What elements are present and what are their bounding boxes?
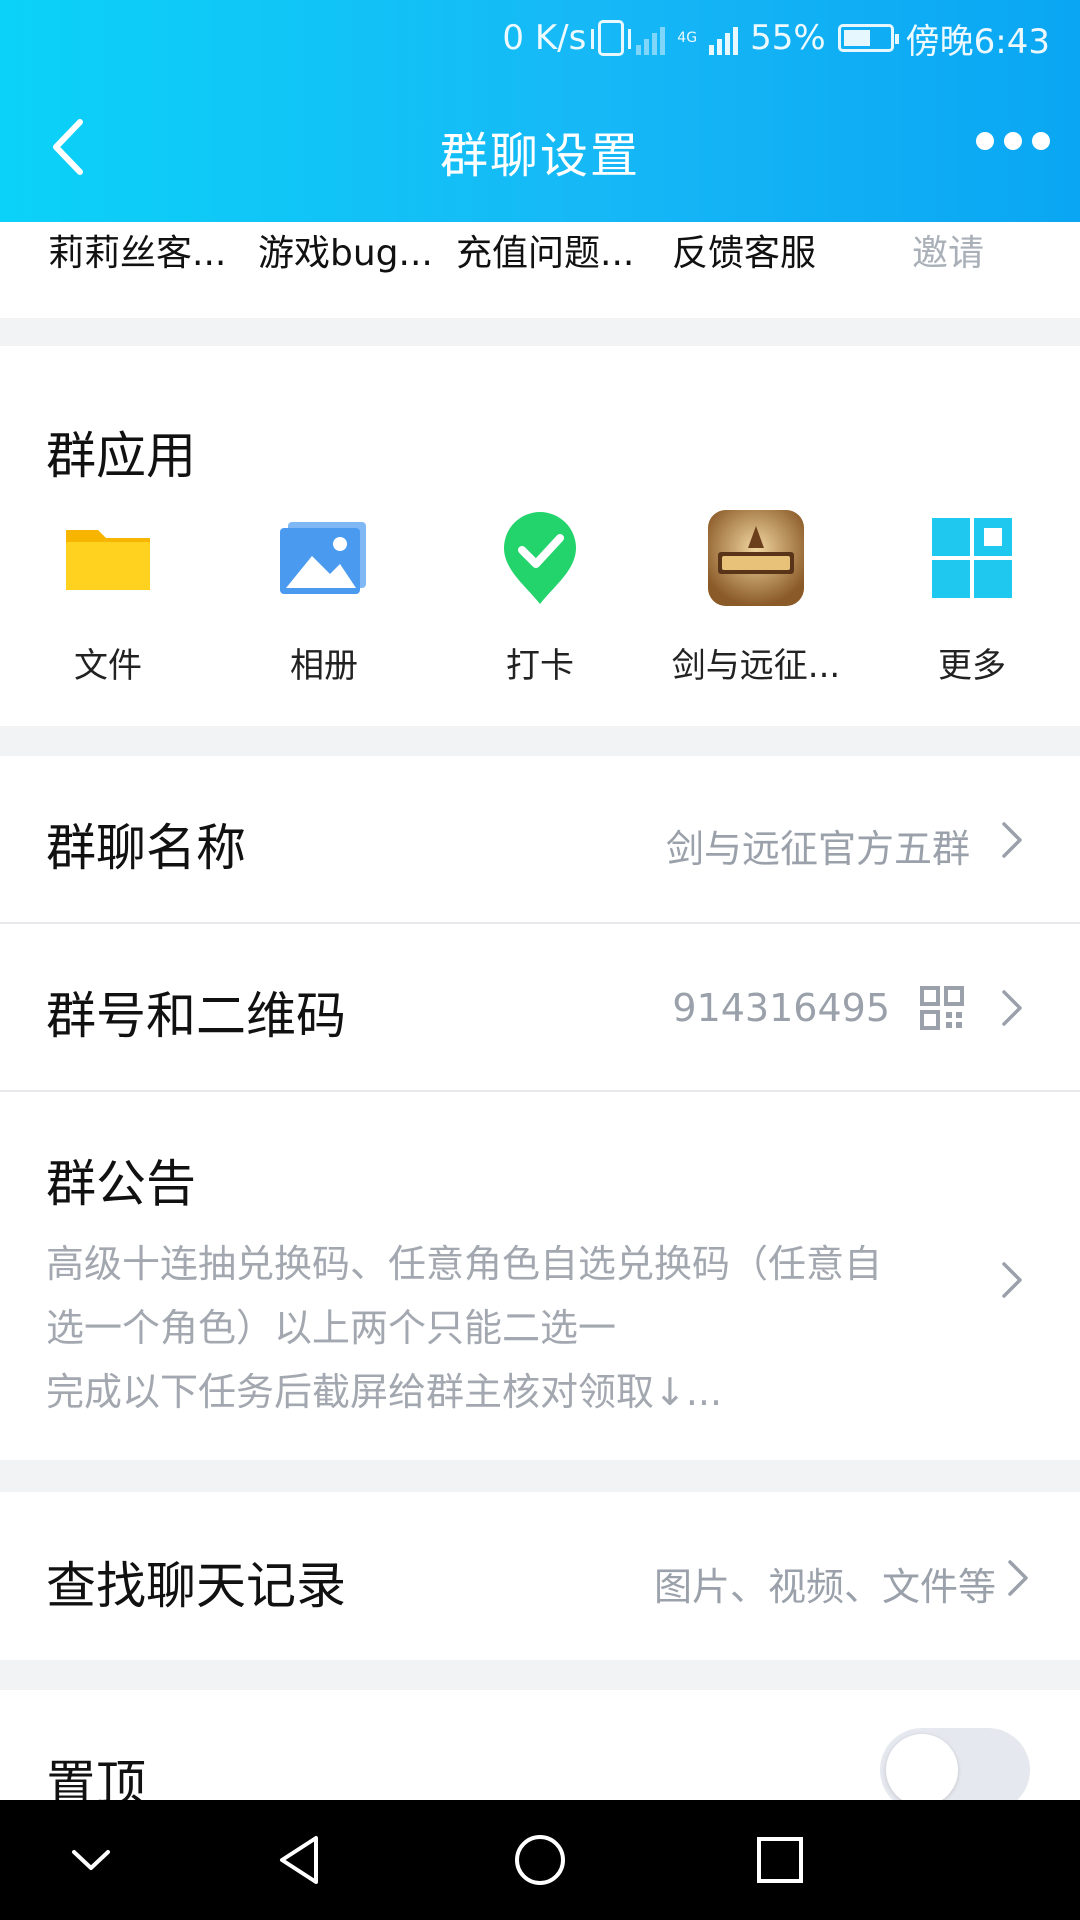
status-bar: 0 K/s 4G 55% 傍晚6:43 xyxy=(0,0,1080,76)
search-history-row[interactable]: 查找聊天记录 图片、视频、文件等 xyxy=(0,1492,1080,1660)
app-label: 更多 xyxy=(938,646,1006,686)
network-type: 4G xyxy=(677,30,698,46)
home-circle-icon[interactable] xyxy=(505,1828,575,1892)
group-id-value: 914316495 xyxy=(672,986,890,1030)
vibrate-icon xyxy=(591,20,632,56)
photo-album-icon xyxy=(274,508,374,608)
signal-sim1-icon xyxy=(636,21,666,55)
app-files[interactable]: 文件 xyxy=(8,508,208,687)
group-name-row[interactable]: 群聊名称 剑与远征官方五群 xyxy=(0,756,1080,922)
grid-more-icon xyxy=(922,508,1022,608)
more-horizontal-icon xyxy=(976,132,994,150)
page-title: 群聊设置 xyxy=(439,128,640,184)
app-label: 打卡 xyxy=(506,646,574,686)
game-app-icon xyxy=(706,508,806,608)
group-notice-preview: 高级十连抽兑换码、任意角色自选兑换码（任意自 选一个角色）以上两个只能二选一 完… xyxy=(46,1232,986,1424)
app-game[interactable]: 剑与远征... xyxy=(656,508,856,687)
group-id-row[interactable]: 群号和二维码 914316495 xyxy=(0,924,1080,1090)
app-album[interactable]: 相册 xyxy=(224,508,424,687)
group-apps-title: 群应用 xyxy=(46,427,196,485)
member-name[interactable]: 充值问题... xyxy=(456,224,634,276)
notice-line: 完成以下任务后截屏给群主核对领取↓... xyxy=(46,1370,723,1414)
back-triangle-icon[interactable] xyxy=(266,1828,336,1892)
member-name[interactable]: 莉莉丝客... xyxy=(48,224,226,276)
group-settings-screen: 0 K/s 4G 55% 傍晚6:43 群聊设置 莉莉丝客... 游戏bug..… xyxy=(0,0,1080,1920)
chevron-down-icon[interactable] xyxy=(56,1828,126,1892)
clock: 傍晚6:43 xyxy=(905,21,1050,62)
search-history-value: 图片、视频、文件等 xyxy=(653,1565,996,1609)
chevron-right-icon xyxy=(1002,990,1022,1026)
group-id-label: 群号和二维码 xyxy=(46,987,346,1045)
battery-icon xyxy=(837,24,899,52)
app-label: 文件 xyxy=(74,646,142,686)
checkin-pin-icon xyxy=(490,508,590,608)
net-speed: 0 K/s xyxy=(502,18,587,58)
more-button[interactable] xyxy=(976,132,1050,150)
member-list: 莉莉丝客... 游戏bug... 充值问题... 反馈客服 邀请 xyxy=(0,222,1080,318)
chevron-right-icon xyxy=(1002,822,1022,858)
battery-percent: 55% xyxy=(750,18,826,58)
header-bar: 0 K/s 4G 55% 傍晚6:43 群聊设置 xyxy=(0,0,1080,222)
group-apps-section: 群应用 文件 相册 打卡 剑与远征... 更多 xyxy=(0,346,1080,726)
member-name[interactable]: 反馈客服 xyxy=(672,224,816,276)
qr-code-icon xyxy=(920,986,964,1030)
chevron-right-icon xyxy=(1008,1560,1028,1596)
group-name-label: 群聊名称 xyxy=(46,819,246,877)
app-label: 相册 xyxy=(290,646,358,686)
invite-button[interactable]: 邀请 xyxy=(912,224,984,276)
member-name[interactable]: 游戏bug... xyxy=(258,224,433,276)
folder-icon xyxy=(58,508,158,608)
group-notice-label: 群公告 xyxy=(46,1155,196,1213)
notice-line: 高级十连抽兑换码、任意角色自选兑换码（任意自 xyxy=(46,1242,883,1286)
recent-apps-square-icon[interactable] xyxy=(745,1828,815,1892)
chevron-right-icon xyxy=(1002,1262,1022,1298)
app-checkin[interactable]: 打卡 xyxy=(440,508,640,687)
notice-line: 选一个角色）以上两个只能二选一 xyxy=(46,1306,617,1350)
toggle-knob xyxy=(886,1734,958,1806)
system-nav-bar xyxy=(0,1800,1080,1920)
search-history-label: 查找聊天记录 xyxy=(46,1557,346,1615)
signal-sim2-icon xyxy=(709,21,739,55)
app-more[interactable]: 更多 xyxy=(872,508,1072,687)
app-label: 剑与远征... xyxy=(671,646,841,686)
group-name-value: 剑与远征官方五群 xyxy=(665,827,970,871)
